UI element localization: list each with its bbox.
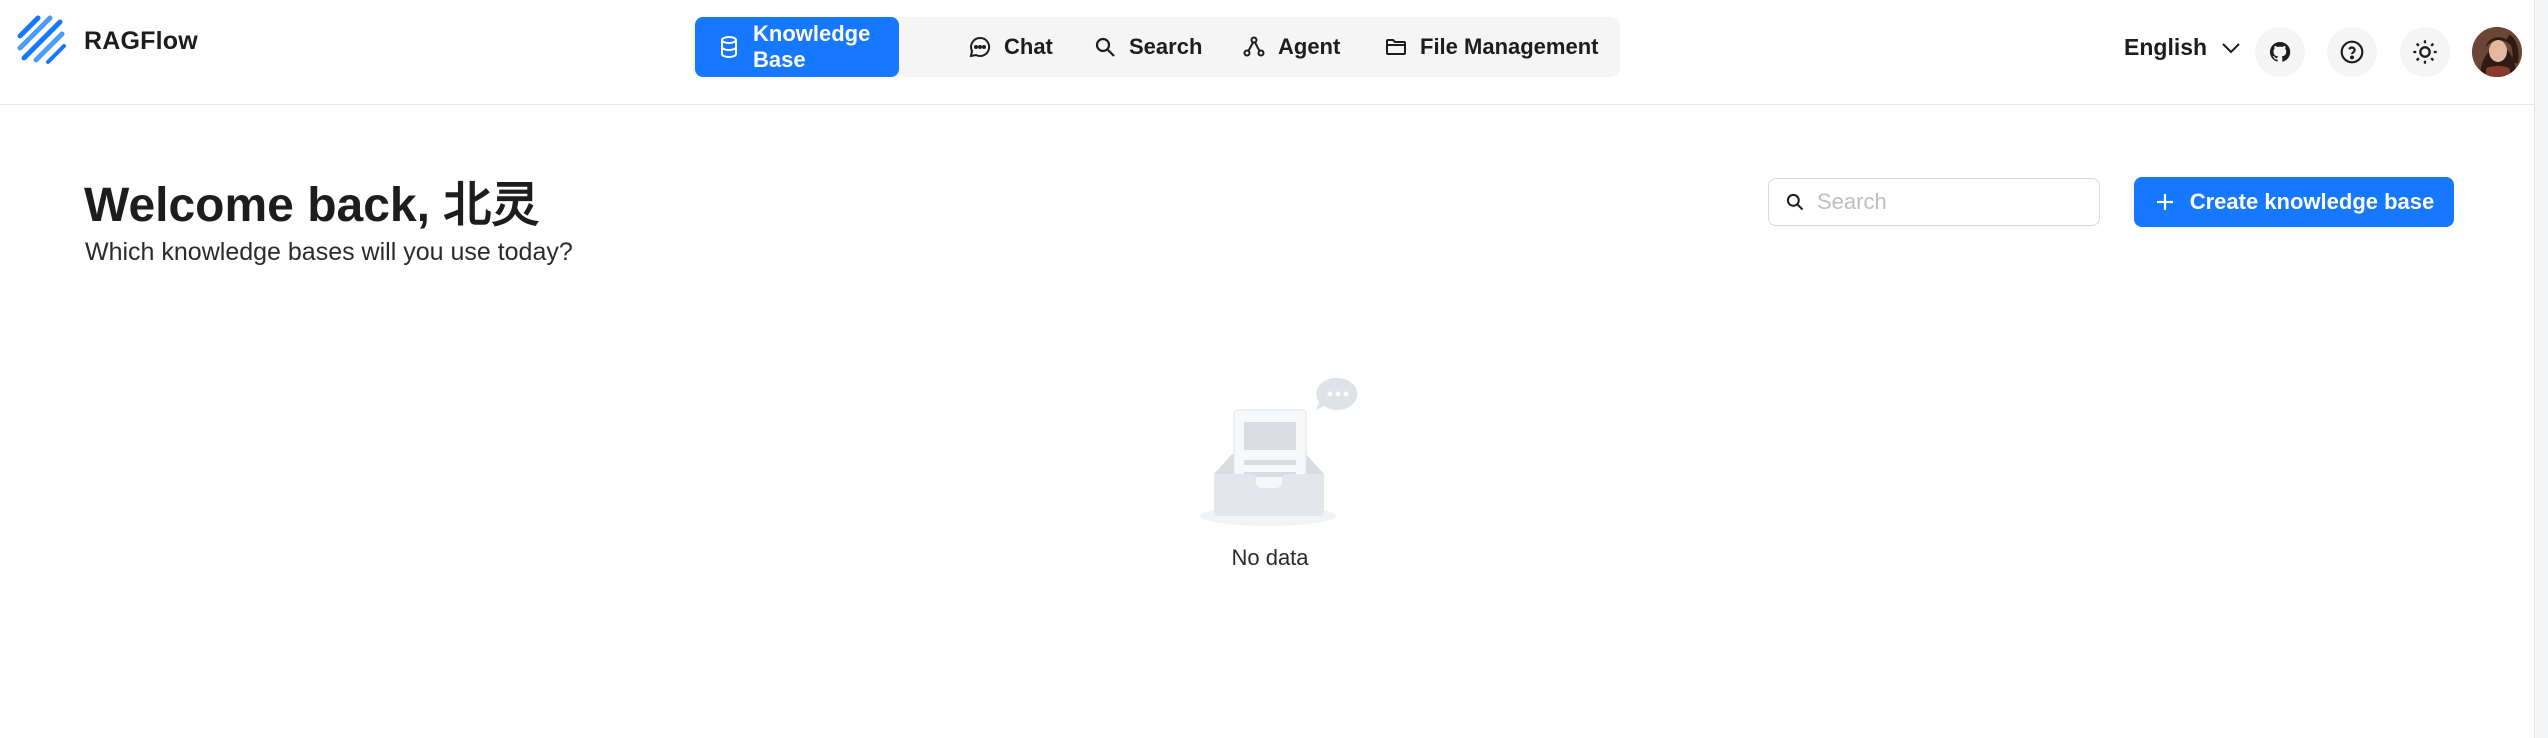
language-label: English: [2124, 34, 2208, 60]
search-icon: [1786, 193, 1804, 211]
nav-search-label: Search: [1129, 34, 1203, 59]
welcome-heading: Welcome back, 北灵: [84, 179, 540, 232]
nav-agent-label: Agent: [1278, 34, 1341, 59]
nav-knowledge-base-label: Knowledge Base: [753, 21, 871, 72]
chevron-down-icon: [2222, 42, 2240, 53]
create-knowledge-base-label: Create knowledge base: [2189, 189, 2435, 214]
language-selector[interactable]: English: [2124, 34, 2241, 61]
help-icon: [2340, 40, 2364, 64]
search-input[interactable]: [1815, 188, 2079, 216]
plus-icon: [2154, 191, 2176, 213]
top-header: RAGFlow Knowledge Base Chat Search Agent…: [0, 0, 2548, 105]
github-icon: [2269, 41, 2291, 62]
nav-agent[interactable]: Agent: [1242, 17, 1340, 77]
nav-file-management[interactable]: File Management: [1384, 17, 1598, 77]
folder-icon: [1384, 35, 1408, 59]
help-button[interactable]: [2327, 27, 2377, 77]
empty-state-text: No data: [1231, 545, 1309, 570]
ragflow-logo-icon[interactable]: [16, 14, 68, 66]
create-knowledge-base-button[interactable]: Create knowledge base: [2134, 177, 2454, 227]
empty-state-illustration: [1198, 376, 1364, 532]
user-avatar[interactable]: [2472, 27, 2522, 77]
chat-bubble-icon: [968, 35, 992, 59]
brand-name: RAGFlow: [84, 27, 198, 55]
search-icon: [1093, 35, 1117, 59]
nav-search[interactable]: Search: [1093, 17, 1202, 77]
search-field[interactable]: [1768, 178, 2100, 226]
nav-chat[interactable]: Chat: [968, 17, 1053, 77]
welcome-subtitle: Which knowledge bases will you use today…: [85, 238, 573, 266]
agent-graph-icon: [1242, 35, 1266, 59]
theme-toggle-button[interactable]: [2400, 27, 2450, 77]
nav-chat-label: Chat: [1004, 34, 1053, 59]
nav-file-management-label: File Management: [1420, 34, 1599, 59]
database-icon: [717, 35, 741, 59]
scrollbar[interactable]: [2534, 0, 2548, 738]
nav-knowledge-base[interactable]: Knowledge Base: [695, 17, 899, 77]
theme-sun-icon: [2413, 40, 2437, 64]
main-nav: Knowledge Base Chat Search Agent File Ma…: [692, 17, 1620, 77]
github-button[interactable]: [2255, 27, 2305, 77]
